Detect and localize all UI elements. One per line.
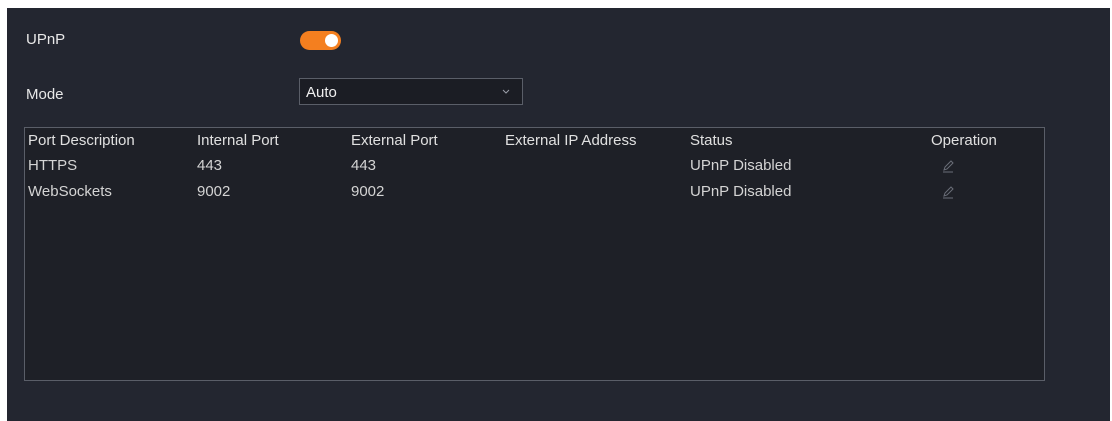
mode-select-value: Auto — [306, 84, 337, 101]
port-mapping-table: Port Description Internal Port External … — [24, 127, 1045, 381]
cell-description: HTTPS — [28, 157, 78, 174]
cell-internal-port: 9002 — [197, 183, 231, 200]
cell-internal-port: 443 — [197, 157, 223, 174]
mode-label: Mode — [26, 86, 64, 103]
upnp-settings-panel: UPnP Mode Auto Port Description Internal… — [7, 8, 1110, 421]
cell-description: WebSockets — [28, 183, 112, 200]
upnp-toggle[interactable] — [300, 31, 341, 50]
header-operation: Operation — [931, 132, 997, 149]
table-header: Port Description Internal Port External … — [25, 132, 1044, 154]
header-internal-port: Internal Port — [197, 132, 279, 149]
chevron-down-icon — [502, 89, 510, 94]
header-status: Status — [690, 132, 733, 149]
upnp-label: UPnP — [26, 31, 66, 48]
header-external-ip: External IP Address — [505, 132, 637, 149]
edit-icon[interactable] — [941, 185, 955, 199]
header-external-port: External Port — [351, 132, 438, 149]
toggle-knob — [325, 34, 338, 47]
edit-icon[interactable] — [941, 159, 955, 173]
table-row: WebSockets 9002 9002 UPnP Disabled — [25, 183, 1044, 205]
cell-external-port: 9002 — [351, 183, 385, 200]
cell-status: UPnP Disabled — [690, 183, 792, 200]
cell-status: UPnP Disabled — [690, 157, 792, 174]
mode-select[interactable]: Auto — [299, 78, 523, 105]
table-row: HTTPS 443 443 UPnP Disabled — [25, 157, 1044, 179]
cell-external-port: 443 — [351, 157, 377, 174]
header-port-description: Port Description — [28, 132, 135, 149]
